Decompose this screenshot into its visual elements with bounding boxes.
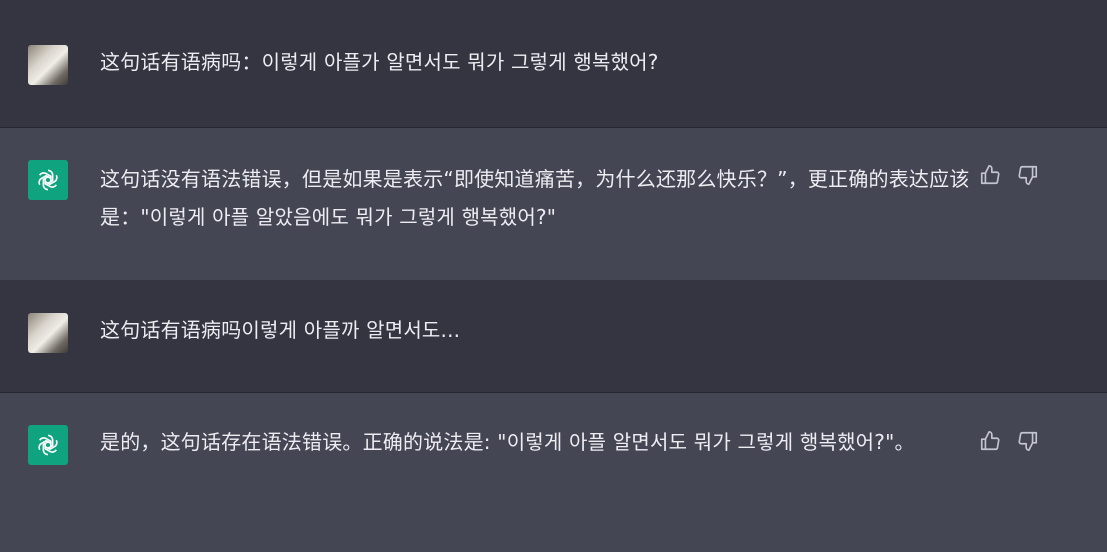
message-row-user: 这句话有语病吗이렇게 아플까 알면서도... <box>0 281 1107 393</box>
feedback-actions <box>978 429 1040 453</box>
assistant-message-text: 这句话没有语法错误，但是如果是表示“即使知道痛苦，为什么还那么快乐？”，更正确的… <box>100 167 970 229</box>
user-message-text: 这句话有语病吗이렇게 아플까 알면서도... <box>100 318 461 342</box>
thumbs-up-icon[interactable] <box>978 163 1002 187</box>
message-row-assistant: 是的，这句话存在语法错误。正确的说法是: "이렇게 아플 알면서도 뭐가 그렇게… <box>0 393 1107 552</box>
feedback-actions <box>978 163 1040 187</box>
user-avatar <box>28 45 68 85</box>
thumbs-up-icon[interactable] <box>978 429 1002 453</box>
thumbs-down-icon[interactable] <box>1016 429 1040 453</box>
assistant-message-text: 是的，这句话存在语法错误。正确的说法是: "이렇게 아플 알면서도 뭐가 그렇게… <box>100 430 915 454</box>
user-avatar <box>28 313 68 353</box>
openai-logo-icon <box>28 425 68 465</box>
thumbs-down-icon[interactable] <box>1016 163 1040 187</box>
user-message-text: 这句话有语病吗：이렇게 아플가 알면서도 뭐가 그렇게 행복했어? <box>100 50 659 74</box>
message-row-assistant: 这句话没有语法错误，但是如果是表示“即使知道痛苦，为什么还那么快乐？”，更正确的… <box>0 128 1107 281</box>
openai-logo-icon <box>28 160 68 200</box>
chat-thread: 这句话有语病吗：이렇게 아플가 알면서도 뭐가 그렇게 행복했어? 这句话没有语… <box>0 0 1107 552</box>
message-row-user: 这句话有语病吗：이렇게 아플가 알면서도 뭐가 그렇게 행복했어? <box>0 0 1107 128</box>
